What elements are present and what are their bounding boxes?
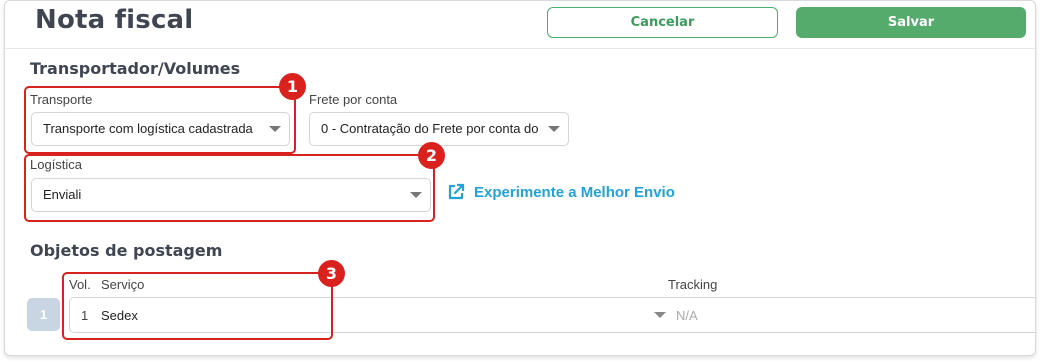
cancel-button[interactable]: Cancelar: [547, 7, 778, 38]
postage-section-title: Objetos de postagem: [30, 241, 223, 260]
melhor-envio-link[interactable]: Experimente a Melhor Envio: [447, 183, 675, 201]
annotation-badge-1: 1: [279, 73, 306, 100]
highlight-servico: [62, 272, 333, 340]
caret-down-icon: [548, 126, 560, 132]
save-button[interactable]: Salvar: [796, 7, 1026, 38]
frete-select[interactable]: 0 - Contratação do Frete por conta do: [309, 112, 569, 146]
highlight-logistica: [24, 154, 435, 222]
header-bar: Nota fiscal Cancelar Salvar: [5, 1, 1035, 49]
annotation-badge-3: 3: [318, 260, 345, 287]
page-title: Nota fiscal: [35, 5, 194, 35]
highlight-transporte: [24, 86, 296, 154]
caret-down-icon[interactable]: [654, 312, 666, 318]
column-header-tracking: Tracking: [668, 277, 718, 292]
frete-value: 0 - Contratação do Frete por conta do: [321, 121, 539, 136]
transport-section-title: Transportador/Volumes: [30, 59, 241, 78]
annotation-badge-2: 2: [418, 142, 445, 169]
frete-label: Frete por conta: [309, 92, 398, 107]
volume-number-button[interactable]: 1: [27, 298, 60, 331]
external-link-icon: [448, 183, 465, 200]
melhor-envio-link-label: Experimente a Melhor Envio: [474, 183, 675, 201]
tracking-value: N/A: [676, 308, 698, 323]
